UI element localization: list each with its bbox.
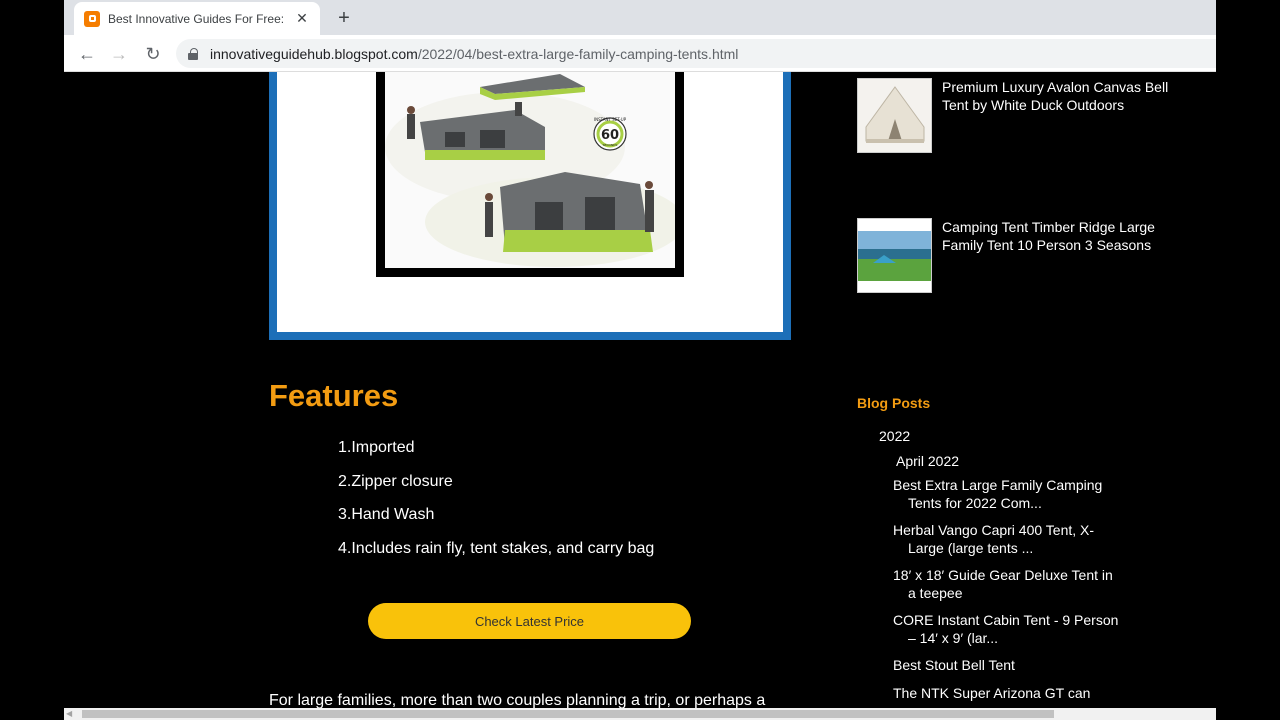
lock-icon[interactable] [188,47,198,60]
close-tab-icon[interactable]: ✕ [294,10,310,27]
browser-toolbar: ← → ↻ innovativeguidehub.blogspot.com/20… [64,35,1216,72]
address-bar[interactable]: innovativeguidehub.blogspot.com/2022/04/… [176,39,1216,68]
product-image[interactable]: 60 INSTANT SET-UP SECONDS [376,72,684,277]
new-tab-icon[interactable]: + [332,6,356,30]
lake-tent-thumbnail [858,219,931,292]
bell-tent-thumbnail [858,79,931,152]
product-image-frame: 60 INSTANT SET-UP SECONDS [269,72,791,340]
browser-window: Best Innovative Guides For Free: ✕ + ← →… [64,0,1216,720]
product-photo: 60 INSTANT SET-UP SECONDS [385,72,675,268]
horizontal-scrollbar[interactable]: ◀ [64,708,1216,720]
feature-item: 2.Zipper closure [338,472,453,490]
tent-illustration: 60 INSTANT SET-UP SECONDS [385,74,675,267]
archive-post-link[interactable]: Herbal Vango Capri 400 Tent, X-Large (la… [893,522,1123,557]
page-content: 60 INSTANT SET-UP SECONDS Features 1.Imp… [64,72,1216,708]
feature-item: 1.Imported [338,439,415,456]
blogger-icon [84,10,100,27]
archive-post-link[interactable]: The NTK Super Arizona GT can [893,685,1123,703]
forward-icon[interactable]: → [107,42,131,66]
related-post-thumbnail[interactable] [857,78,932,153]
reload-icon[interactable]: ↻ [141,42,165,66]
scrollbar-thumb[interactable] [82,710,1054,718]
related-post-title[interactable]: Camping Tent Timber Ridge Large Family T… [942,218,1182,254]
active-tab[interactable]: Best Innovative Guides For Free: ✕ [74,2,320,35]
archive-year[interactable]: 2022 [879,428,910,444]
back-icon[interactable]: ← [75,42,99,66]
product-image-card: 60 INSTANT SET-UP SECONDS [277,72,783,332]
tab-strip: Best Innovative Guides For Free: ✕ + [64,0,1216,35]
url-text: innovativeguidehub.blogspot.com/2022/04/… [210,46,738,62]
blog-posts-heading: Blog Posts [857,395,931,411]
check-price-button[interactable]: Check Latest Price [368,603,691,639]
archive-post-link[interactable]: Best Extra Large Family Camping Tents fo… [893,477,1123,512]
archive-post-link[interactable]: Best Stout Bell Tent [893,657,1123,675]
archive-post-link[interactable]: CORE Instant Cabin Tent - 9 Person – 14′… [893,612,1123,647]
scroll-left-icon[interactable]: ◀ [66,709,72,718]
features-heading: Features [269,378,399,413]
product-badge-top: INSTANT SET-UP [594,117,627,122]
url-domain: innovativeguidehub.blogspot.com [210,45,418,62]
archive-post-link[interactable]: 18′ x 18′ Guide Gear Deluxe Tent in a te… [893,567,1123,602]
product-badge: 60 [601,128,619,143]
related-post-thumbnail[interactable] [857,218,932,293]
product-badge-bottom: SECONDS [603,143,618,147]
feature-item: 4.Includes rain fly, tent stakes, and ca… [338,539,655,557]
tab-title: Best Innovative Guides For Free: [108,11,285,26]
related-post-title[interactable]: Premium Luxury Avalon Canvas Bell Tent b… [942,78,1182,114]
article-paragraph: For large families, more than two couple… [269,692,766,708]
url-path: /2022/04/best-extra-large-family-camping… [417,45,739,62]
archive-post-list: Best Extra Large Family Camping Tents fo… [893,477,1123,708]
archive-month[interactable]: April 2022 [896,453,959,469]
feature-item: 3.Hand Wash [338,506,435,523]
features-list: 1.Imported 2.Zipper closure 3.Hand Wash … [338,438,654,572]
